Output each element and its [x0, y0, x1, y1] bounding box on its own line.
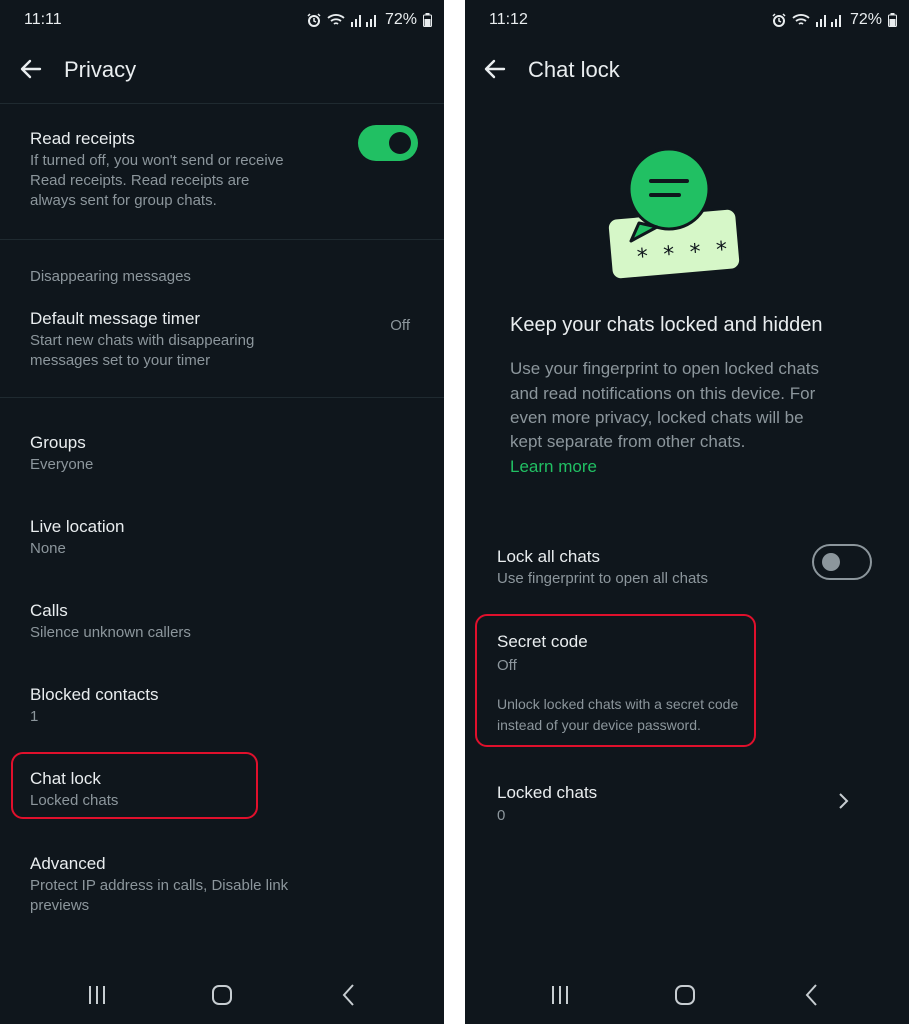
battery-icon [423, 13, 432, 27]
locked-chats-count: 0 [497, 807, 506, 824]
locked-chats-title: Locked chats [497, 783, 598, 802]
recent-apps-icon[interactable] [545, 980, 575, 1010]
read-receipts-desc-2: Read receipts. Read receipts are [30, 172, 250, 189]
groups-row[interactable]: Groups Everyone [0, 420, 444, 484]
status-time: 11:11 [24, 11, 62, 28]
groups-title: Groups [30, 433, 86, 452]
battery-percent: 72% [849, 11, 882, 28]
secret-code-desc-2: instead of your device password. [497, 717, 701, 733]
live-location-subtitle: None [30, 540, 66, 557]
chat-lock-subtitle: Locked chats [30, 792, 119, 809]
secret-code-title: Secret code [497, 632, 588, 651]
learn-more-link[interactable]: Learn more [510, 457, 597, 477]
page-title: Chat lock [528, 57, 620, 82]
calls-row[interactable]: Calls Silence unknown callers [0, 588, 444, 652]
lock-all-title: Lock all chats [497, 547, 600, 566]
timer-title: Default message timer [30, 309, 201, 328]
lock-all-subtitle: Use fingerprint to open all chats [497, 570, 708, 587]
divider [0, 103, 444, 104]
live-location-title: Live location [30, 517, 125, 536]
status-icons: 72% [307, 11, 432, 29]
read-receipts-desc-1: If turned off, you won't send or receive [30, 152, 284, 169]
hero-body-1: Use your fingerprint to open locked chat… [510, 359, 820, 378]
read-receipts-title: Read receipts [30, 129, 135, 148]
back-arrow-icon[interactable] [482, 56, 508, 82]
advanced-title: Advanced [30, 854, 106, 873]
timer-value: Off [390, 317, 410, 334]
chat-lock-row[interactable]: Chat lock Locked chats [0, 756, 444, 820]
secret-code-row[interactable]: Secret code Off Unlock locked chats with… [477, 616, 754, 745]
chat-bubble-icon [627, 147, 711, 231]
home-icon[interactable] [670, 980, 700, 1010]
calls-title: Calls [30, 601, 68, 620]
lock-all-chats-row[interactable]: Lock all chats Use fingerprint to open a… [465, 534, 909, 598]
hero-title: Keep your chats locked and hidden [510, 314, 823, 336]
blocked-contacts-count: 1 [30, 708, 39, 725]
divider [0, 239, 444, 240]
wifi-icon [327, 14, 345, 25]
timer-desc-2: messages set to your timer [30, 352, 211, 369]
timer-desc-1: Start new chats with disappearing [30, 332, 255, 349]
read-receipts-row[interactable]: Read receipts If turned off, you won't s… [0, 110, 444, 230]
signal-icon [350, 15, 376, 27]
status-time: 11:12 [489, 11, 528, 28]
default-message-timer-row[interactable]: Default message timer Start new chats wi… [0, 300, 444, 380]
wifi-icon [792, 14, 810, 25]
hero-body-4: kept separate from other chats. [510, 432, 746, 451]
advanced-subtitle-1: Protect IP address in calls, Disable lin… [30, 877, 289, 894]
back-arrow-icon[interactable] [18, 56, 44, 82]
calls-subtitle: Silence unknown callers [30, 624, 191, 641]
section-label-disappearing: Disappearing messages [30, 268, 191, 285]
chat-lock-screen: 11:12 72% Chat lock * * * * Keep your ch… [465, 0, 909, 1024]
back-nav-icon[interactable] [334, 980, 364, 1010]
advanced-subtitle-2: previews [30, 897, 90, 914]
battery-icon [888, 13, 897, 27]
alarm-icon [307, 13, 321, 27]
divider [0, 397, 444, 398]
recent-apps-icon[interactable] [82, 980, 112, 1010]
live-location-row[interactable]: Live location None [0, 504, 444, 568]
back-nav-icon[interactable] [797, 980, 827, 1010]
read-receipts-desc-3: always sent for group chats. [30, 192, 217, 209]
read-receipts-toggle[interactable] [358, 125, 418, 161]
blocked-contacts-title: Blocked contacts [30, 685, 159, 704]
secret-code-desc-1: Unlock locked chats with a secret code [497, 696, 739, 712]
secret-code-value: Off [497, 657, 517, 674]
chat-lock-title: Chat lock [30, 769, 101, 788]
lock-all-toggle[interactable] [812, 544, 872, 580]
page-title: Privacy [64, 57, 137, 82]
privacy-screen: 11:11 72% Privacy Read receipts If turne… [0, 0, 444, 1024]
chat-lock-illustration: * * * * [605, 147, 743, 280]
home-icon[interactable] [207, 980, 237, 1010]
battery-percent: 72% [384, 11, 417, 28]
signal-icon [815, 15, 841, 27]
status-icons: 72% [772, 11, 897, 29]
locked-chats-row[interactable]: Locked chats 0 [465, 770, 909, 834]
hero-body-3: even more privacy, locked chats will be [510, 408, 804, 427]
alarm-icon [772, 13, 786, 27]
advanced-row[interactable]: Advanced Protect IP address in calls, Di… [0, 842, 444, 922]
hero-body-2: and read notifications on this device. F… [510, 384, 816, 403]
groups-subtitle: Everyone [30, 456, 94, 473]
blocked-contacts-row[interactable]: Blocked contacts 1 [0, 672, 444, 736]
chevron-right-icon [839, 793, 849, 809]
